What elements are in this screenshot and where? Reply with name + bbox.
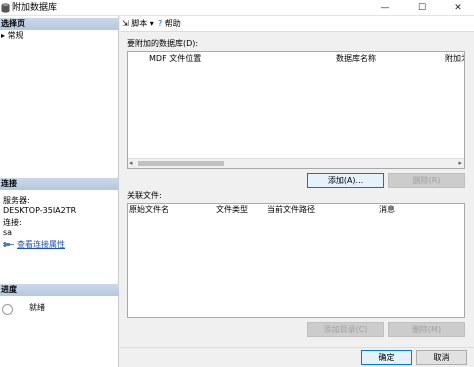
maximize-button[interactable]: ☐ bbox=[404, 0, 440, 16]
close-button[interactable]: ✕ bbox=[440, 0, 474, 16]
page-arrow-icon: ▸ bbox=[1, 31, 6, 40]
pages-header: 选择页 bbox=[0, 18, 119, 30]
help-icon: ? bbox=[158, 19, 163, 28]
add-database-button[interactable]: 添加(A)... bbox=[307, 173, 384, 188]
connection-properties-icon bbox=[3, 242, 14, 247]
script-dropdown-icon[interactable]: ▾ bbox=[150, 19, 154, 28]
minimize-button[interactable]: — bbox=[367, 0, 403, 16]
column-header-file-type[interactable]: 文件类型 bbox=[216, 205, 248, 215]
connection-header: 连接 bbox=[0, 178, 119, 190]
progress-status: 就绪 bbox=[29, 303, 45, 312]
window-title: 附加数据库 bbox=[12, 3, 58, 13]
help-label: 帮助 bbox=[164, 19, 181, 28]
databases-grid[interactable]: MDF 文件位置 数据库名称 附加为 ◂ ▸ bbox=[127, 51, 465, 169]
add-catalog-button[interactable]: 添加目录(C) bbox=[307, 322, 384, 337]
view-connection-properties-link[interactable]: 查看连接属性 bbox=[17, 240, 65, 250]
databases-label: 要附加的数据库(D): bbox=[127, 39, 199, 48]
connection-label: 连接: bbox=[3, 218, 22, 227]
ok-button[interactable]: 确定 bbox=[361, 350, 412, 365]
script-icon: ⇲ bbox=[122, 19, 129, 28]
scroll-right-icon[interactable]: ▸ bbox=[458, 159, 462, 168]
page-item-general[interactable]: ▸ 常规 bbox=[1, 31, 24, 41]
help-button[interactable]: ? 帮助 bbox=[158, 19, 181, 29]
column-header-message[interactable]: 消息 bbox=[379, 205, 395, 215]
column-header-attach-as[interactable]: 附加为 bbox=[445, 54, 464, 64]
associated-files-label: 关联文件: bbox=[127, 191, 162, 200]
column-header-current-file-path[interactable]: 当前文件路径 bbox=[267, 205, 315, 215]
cancel-button[interactable]: 取消 bbox=[416, 350, 467, 365]
progress-header: 进度 bbox=[0, 284, 119, 296]
page-item-label: 常规 bbox=[7, 31, 24, 40]
scrollbar-thumb[interactable] bbox=[138, 161, 224, 166]
column-header-original-file-name[interactable]: 原始文件名 bbox=[129, 205, 169, 215]
left-panel: 选择页 ▸ 常规 连接 服务器: DESKTOP-35IA2TR 连接: sa … bbox=[0, 16, 119, 367]
databases-horizontal-scrollbar[interactable]: ◂ ▸ bbox=[128, 158, 464, 168]
database-icon bbox=[1, 3, 10, 13]
script-button[interactable]: ⇲ 脚本 ▾ bbox=[122, 19, 154, 29]
server-label: 服务器: bbox=[3, 196, 30, 205]
scroll-left-icon[interactable]: ◂ bbox=[129, 159, 133, 168]
script-label: 脚本 bbox=[131, 19, 148, 28]
dialog-footer: 确定 取消 bbox=[120, 347, 474, 367]
remove-file-button[interactable]: 删除(M) bbox=[388, 322, 465, 337]
progress-spinner-icon bbox=[2, 304, 13, 315]
associated-files-grid[interactable]: 原始文件名 文件类型 当前文件路径 消息 bbox=[127, 203, 465, 318]
title-bar: 附加数据库 — ☐ ✕ bbox=[0, 0, 474, 16]
column-header-mdf-location[interactable]: MDF 文件位置 bbox=[149, 54, 201, 64]
toolbar: ⇲ 脚本 ▾ ? 帮助 bbox=[120, 16, 474, 32]
column-header-database-name[interactable]: 数据库名称 bbox=[336, 54, 376, 64]
server-value: DESKTOP-35IA2TR bbox=[3, 206, 77, 215]
connection-value: sa bbox=[3, 228, 13, 237]
remove-database-button[interactable]: 删除(R) bbox=[388, 173, 465, 188]
